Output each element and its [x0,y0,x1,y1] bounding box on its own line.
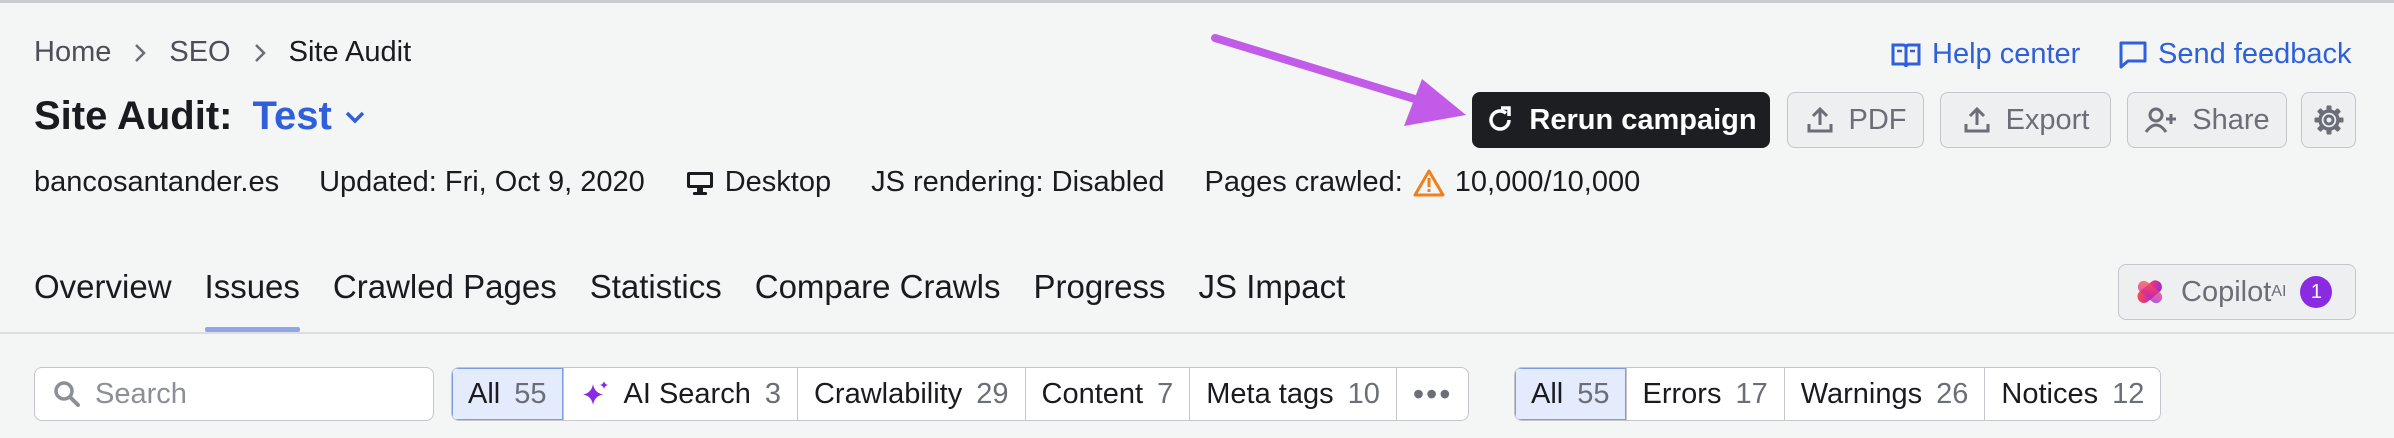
tab-progress[interactable]: Progress [1033,268,1165,330]
filter-label: All [468,377,501,410]
filter-severity-notices[interactable]: Notices 12 [1985,368,2160,420]
tab-statistics[interactable]: Statistics [590,268,722,330]
filter-count: 7 [1157,377,1174,410]
severity-filter-group: All 55 Errors 17 Warnings 26 Notices 12 [1514,367,2162,421]
filter-category-all[interactable]: All 55 [452,368,564,420]
search-input[interactable] [95,377,415,411]
tab-issues[interactable]: Issues [204,268,301,332]
filter-category-content[interactable]: Content 7 [1026,368,1191,420]
copilot-ai-superscript: AI [2271,283,2287,300]
more-filters-button[interactable]: ••• [1397,368,1469,420]
tab-overview[interactable]: Overview [34,268,172,330]
tabs-divider [0,332,2394,334]
more-dots-icon: ••• [1412,375,1453,412]
filter-label: Content [1041,377,1144,410]
category-filter-group: All 55 AI Search 3 Crawlability 29 Conte… [451,367,1470,421]
filter-category-meta-tags[interactable]: Meta tags 10 [1190,368,1397,420]
tab-compare-crawls[interactable]: Compare Crawls [755,268,1001,330]
filter-count: 26 [1936,377,1969,410]
filter-count: 29 [976,377,1009,410]
copilot-icon [2137,280,2163,304]
filter-category-ai-search[interactable]: AI Search 3 [564,368,798,420]
copilot-label: Copilot [2181,275,2272,308]
filter-severity-warnings[interactable]: Warnings 26 [1785,368,1986,420]
copilot-count-badge: 1 [2300,276,2333,308]
filter-label: Errors [1642,377,1722,410]
filter-label: AI Search [623,377,751,410]
copilot-button[interactable]: Copilot AI 1 [2118,264,2356,320]
filter-count: 55 [1577,377,1610,410]
search-icon [54,381,80,407]
filter-severity-all[interactable]: All 55 [1515,368,1627,420]
filter-label: All [1531,377,1564,410]
filter-count: 10 [1347,377,1380,410]
filter-count: 17 [1735,377,1768,410]
filter-label: Meta tags [1206,377,1334,410]
tab-js-impact[interactable]: JS Impact [1199,268,1346,330]
filter-count: 12 [2112,377,2145,410]
search-box[interactable] [34,367,434,421]
sparkle-icon [582,381,608,405]
tab-bar: Overview Issues Crawled Pages Statistics… [34,268,1378,332]
tab-crawled-pages[interactable]: Crawled Pages [333,268,557,330]
filter-category-crawlability[interactable]: Crawlability 29 [798,368,1026,420]
filter-severity-errors[interactable]: Errors 17 [1627,368,1785,420]
filter-count: 55 [514,377,547,410]
filter-label: Crawlability [813,377,963,410]
filter-label: Notices [2001,377,2099,410]
filter-label: Warnings [1800,377,1923,410]
filter-count: 3 [764,377,781,410]
